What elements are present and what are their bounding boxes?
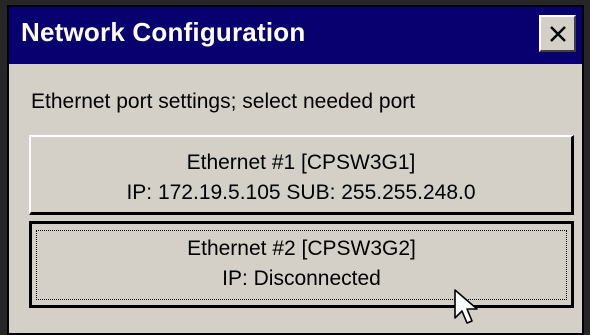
- ethernet-1-name: Ethernet #1 [CPSW3G1]: [186, 151, 416, 174]
- focus-ring: Ethernet #2 [CPSW3G2] IP: Disconnected: [36, 230, 567, 300]
- ethernet-1-detail: IP: 172.19.5.105 SUB: 255.255.248.0: [126, 181, 476, 204]
- ethernet-2-detail: IP: Disconnected: [222, 267, 381, 290]
- ethernet-2-name: Ethernet #2 [CPSW3G2]: [187, 237, 416, 260]
- title-bar: Network Configuration: [9, 7, 582, 64]
- close-button[interactable]: [539, 15, 576, 52]
- dialog-title: Network Configuration: [21, 17, 306, 47]
- network-configuration-dialog: Network Configuration Ethernet port sett…: [7, 5, 584, 335]
- ethernet-1-button[interactable]: Ethernet #1 [CPSW3G1] IP: 172.19.5.105 S…: [29, 135, 574, 215]
- ethernet-2-button[interactable]: Ethernet #2 [CPSW3G2] IP: Disconnected: [29, 221, 574, 308]
- close-icon: [550, 26, 566, 42]
- mouse-pointer-icon: [454, 289, 478, 324]
- instructions-text: Ethernet port settings; select needed po…: [31, 90, 416, 113]
